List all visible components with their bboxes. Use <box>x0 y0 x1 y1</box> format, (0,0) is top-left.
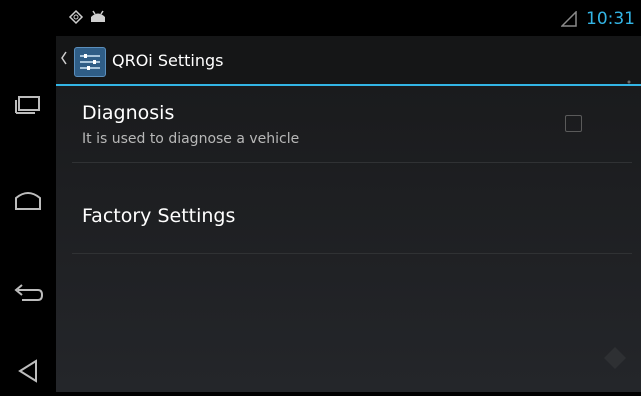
status-bar: 10:31 <box>56 0 641 36</box>
signal-icon <box>561 11 577 27</box>
up-caret-icon[interactable] <box>60 51 68 65</box>
recent-apps-icon <box>15 96 40 114</box>
home-button[interactable] <box>0 175 56 225</box>
back-button[interactable] <box>0 268 56 318</box>
volume-icon <box>18 359 37 383</box>
main-screen: 10:31 QROi Settings Diagnosis It is used… <box>56 0 641 392</box>
settings-app-icon[interactable] <box>74 47 106 77</box>
diagnosis-checkbox[interactable] <box>565 115 582 132</box>
divider <box>72 253 632 254</box>
diamond-icon <box>604 347 626 369</box>
recent-apps-button[interactable] <box>0 80 56 130</box>
diagnosis-summary: It is used to diagnose a vehicle <box>82 131 300 147</box>
navigation-bar <box>0 0 56 392</box>
diagnosis-title: Diagnosis <box>82 102 175 124</box>
action-bar: QROi Settings <box>56 36 641 86</box>
diagnosis-preference[interactable]: Diagnosis It is used to diagnose a vehic… <box>56 86 641 162</box>
home-icon <box>15 192 41 210</box>
clock: 10:31 <box>586 9 635 29</box>
factory-settings-title: Factory Settings <box>82 205 236 227</box>
action-bar-title: QROi Settings <box>112 51 224 70</box>
factory-settings-preference[interactable]: Factory Settings <box>56 163 641 253</box>
overflow-menu-icon[interactable] <box>627 80 631 84</box>
back-icon <box>14 284 44 301</box>
gps-icon <box>68 9 84 25</box>
preferences-list: Diagnosis It is used to diagnose a vehic… <box>56 86 641 392</box>
android-icon <box>91 10 105 22</box>
volume-button[interactable] <box>0 346 56 396</box>
